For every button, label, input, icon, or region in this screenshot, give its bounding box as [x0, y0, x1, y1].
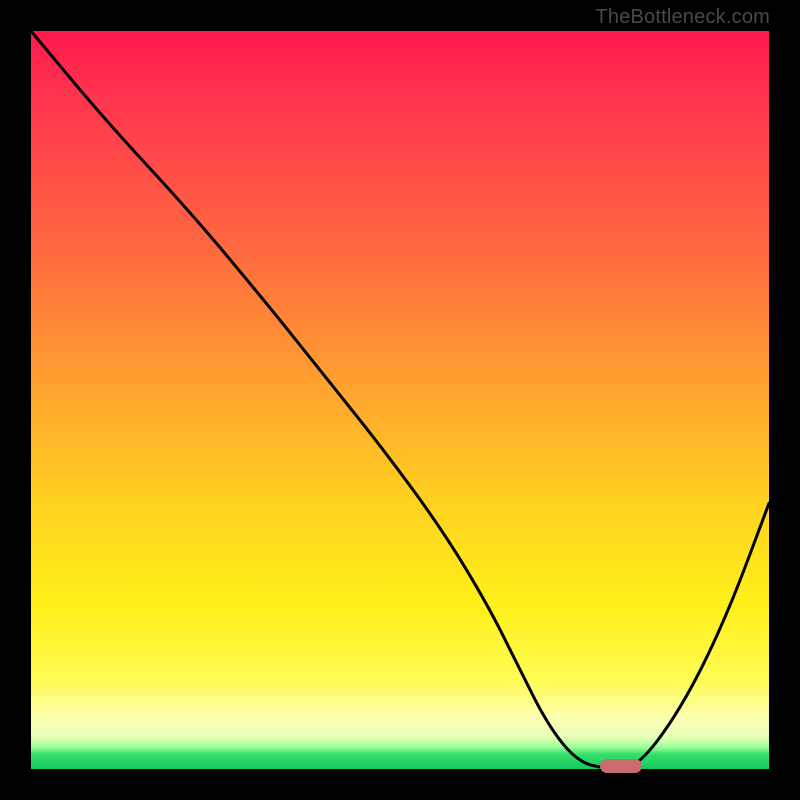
chart-frame: TheBottleneck.com	[0, 0, 800, 800]
watermark-text: TheBottleneck.com	[595, 6, 770, 29]
optimal-marker	[600, 759, 642, 773]
bottleneck-curve	[31, 31, 769, 769]
